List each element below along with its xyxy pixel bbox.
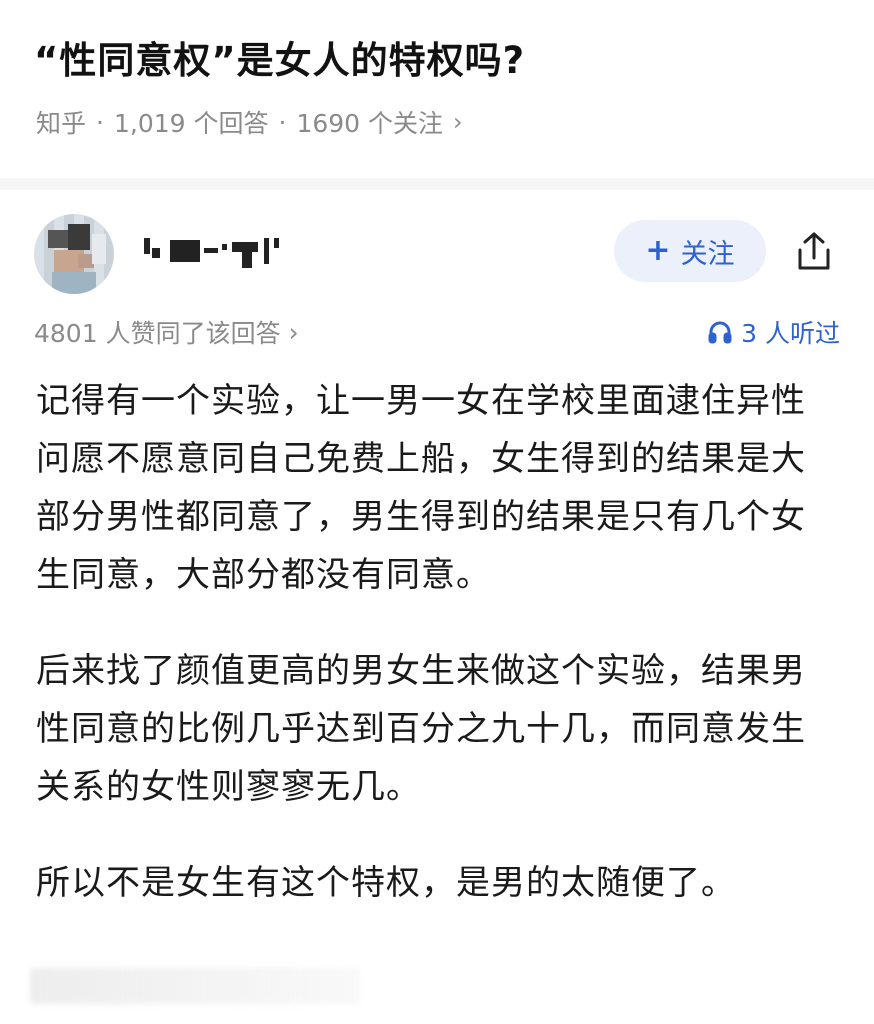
answer-paragraph: 所以不是女生有这个特权，是男的太随便了。 <box>36 863 736 903</box>
follow-button[interactable]: + 关注 <box>614 220 766 282</box>
meta-separator: · <box>278 107 287 137</box>
avatar[interactable] <box>34 214 114 294</box>
answer-body[interactable]: 记得有一个实验，让一男一女在学校里面逮住异性问愿不愿意同自己免费上船，女生得到的… <box>36 372 836 950</box>
follow-label: 关注 <box>680 238 735 270</box>
listen-count[interactable]: 3 人听过 <box>707 314 840 350</box>
author-name-redacted[interactable] <box>142 234 287 268</box>
follow-count: 1690 个关注 <box>296 109 444 138</box>
chevron-right-icon: › <box>453 108 463 136</box>
answer-paragraph: 后来找了颜值更高的男女生来做这个实验，结果男性同意的比例几乎达到百分之九十几，而… <box>36 651 806 807</box>
question-title[interactable]: “性同意权”是女人的特权吗? <box>34 30 525 84</box>
meta-separator: · <box>96 107 104 137</box>
share-icon[interactable] <box>792 230 836 274</box>
likes-summary[interactable]: 4801 人赞同了该回答 › <box>34 314 299 350</box>
question-meta[interactable]: 知乎 · 1,019 个回答 · 1690 个关注 › <box>36 104 463 140</box>
headphones-icon <box>708 321 732 344</box>
source-label: 知乎 <box>36 109 87 138</box>
likes-count: 4801 人赞同了该回答 <box>34 319 281 348</box>
plus-icon: + <box>645 233 671 268</box>
answer-stats: 4801 人赞同了该回答 › 3 人听过 <box>0 314 874 354</box>
author-row: + 关注 <box>0 196 874 296</box>
chevron-right-icon: › <box>288 317 299 347</box>
blurred-next-content <box>30 968 360 1004</box>
section-divider <box>0 178 874 190</box>
answer-paragraph: 记得有一个实验，让一男一女在学校里面逮住异性问愿不愿意同自己免费上船，女生得到的… <box>36 381 806 595</box>
answer-count: 1,019 个回答 <box>113 109 269 138</box>
listen-label: 3 人听过 <box>741 319 840 348</box>
question-header: “性同意权”是女人的特权吗? 知乎 · 1,019 个回答 · 1690 个关注… <box>0 0 874 178</box>
